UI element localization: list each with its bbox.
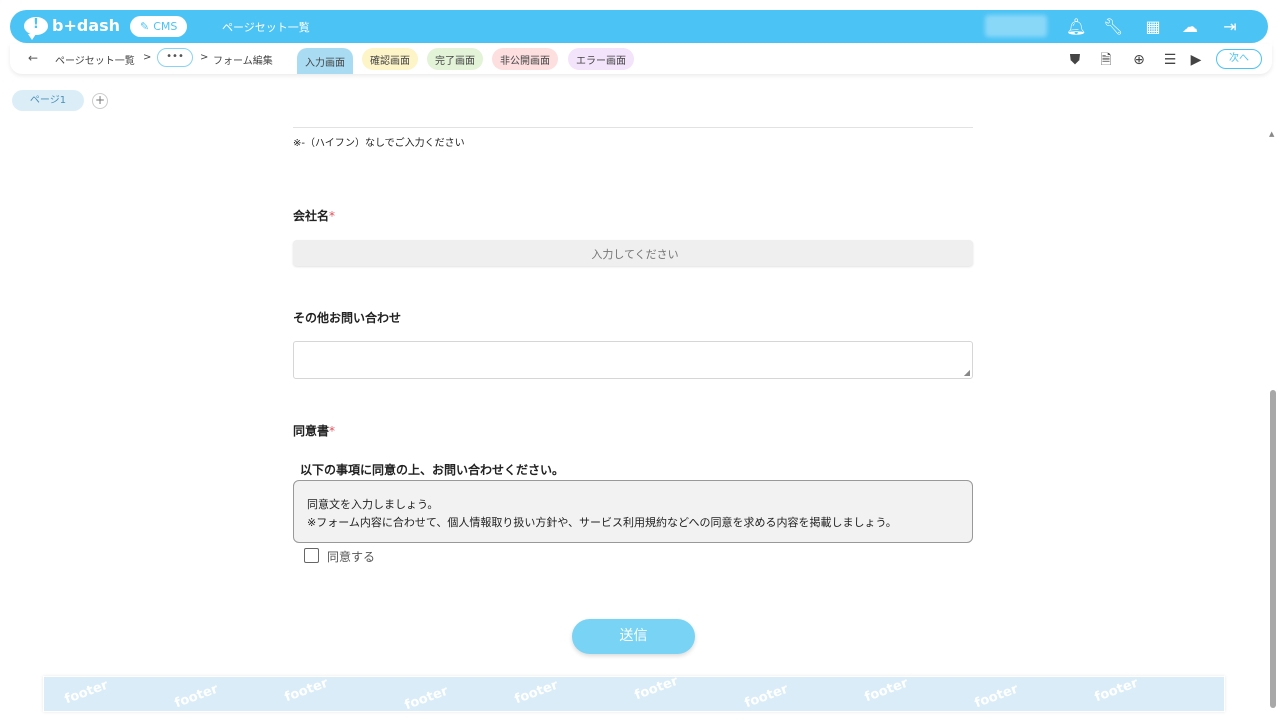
back-arrow-icon[interactable]: ← (28, 51, 38, 65)
scrollbar-thumb[interactable] (1270, 390, 1276, 708)
footer-placeholder[interactable]: footer footer footer footer footer foote… (43, 676, 1225, 712)
next-button[interactable]: 次へ (1216, 49, 1262, 69)
required-mark: * (329, 424, 336, 438)
consent-text-box: 同意文を入力しましょう。 ※フォーム内容に合わせて、個人情報取り扱い方針や、サー… (293, 480, 973, 543)
top-title: ページセット一覧 (222, 21, 310, 34)
logo[interactable]: ! b+dash (24, 16, 121, 40)
cms-label: CMS (153, 20, 178, 33)
resize-handle-icon[interactable]: ◢ (964, 368, 970, 377)
footer-watermark: footer (282, 676, 331, 706)
submit-button[interactable]: 送信 (572, 619, 695, 654)
footer-watermark: footer (742, 681, 791, 712)
footer-watermark: footer (402, 683, 451, 712)
footer-watermark: footer (972, 681, 1021, 712)
tab-input[interactable]: 入力画面 (297, 48, 353, 74)
tab-private[interactable]: 非公開画面 (492, 48, 558, 70)
agree-label[interactable]: 同意する (327, 548, 375, 565)
html-file-icon[interactable]: 🗎︎ (1097, 51, 1115, 69)
cms-button[interactable]: ✎ CMS (130, 16, 188, 37)
logout-icon[interactable]: ⇥ (1220, 17, 1240, 37)
other-inquiry-label: その他お問い合わせ (293, 311, 402, 325)
footer-watermark: footer (62, 677, 111, 708)
add-page-button[interactable]: + (92, 93, 108, 109)
agree-checkbox[interactable] (304, 548, 319, 563)
consent-label: 同意書* (293, 422, 335, 439)
top-bar: ! b+dash ✎ CMS ページセット一覧 🔔︎ 🔧︎ ▦ ☁ ⇥ (10, 10, 1268, 43)
scroll-up-arrow-icon[interactable]: ▲ (1269, 130, 1274, 138)
phone-note: ※-（ハイフン）なしでご入力ください (293, 138, 465, 149)
footer-watermark: footer (1092, 676, 1141, 706)
edit-icon: ✎ (140, 20, 150, 33)
consent-label-text: 同意書 (293, 424, 330, 438)
tab-complete[interactable]: 完了画面 (427, 48, 483, 70)
footer-watermark: footer (172, 681, 221, 712)
logo-bubble-icon: ! (24, 16, 48, 40)
sub-toolbar: ← ページセット一覧 > ••• > フォーム編集 入力画面 確認画面 完了画面… (10, 44, 1272, 74)
consent-line-1: 同意文を入力しましょう。 (307, 498, 439, 511)
add-circle-icon[interactable]: ⊕ (1130, 51, 1148, 69)
footer-watermark: footer (862, 676, 911, 706)
other-inquiry-textarea[interactable]: ◢ (293, 341, 973, 379)
consent-line-2: ※フォーム内容に合わせて、個人情報取り扱い方針や、サービス利用規約などへの同意を… (307, 516, 897, 529)
consent-title: 以下の事項に同意の上、お問い合わせください。 (300, 463, 565, 477)
grid-icon[interactable]: ▦ (1143, 17, 1163, 37)
footer-watermark: footer (512, 677, 561, 708)
breadcrumb-separator: > (143, 52, 152, 63)
company-label: 会社名* (293, 207, 335, 224)
required-mark: * (329, 209, 336, 223)
company-input-wrapper (293, 240, 977, 268)
breadcrumb-pageset[interactable]: ページセット一覧 (55, 52, 135, 67)
footer-watermark: footer (632, 676, 681, 704)
logo-text: b+dash (52, 16, 121, 35)
tab-error[interactable]: エラー画面 (568, 48, 634, 70)
wrench-icon[interactable]: 🔧︎ (1103, 17, 1123, 37)
play-icon[interactable]: ▶ (1187, 51, 1205, 69)
page-tab-1[interactable]: ページ1 (12, 90, 84, 111)
user-info[interactable] (985, 15, 1047, 37)
company-label-text: 会社名 (293, 209, 330, 223)
ai-icon[interactable]: ☁ (1180, 17, 1200, 37)
shield-icon[interactable]: ⛊ (1066, 51, 1084, 69)
divider (293, 127, 973, 128)
list-settings-icon[interactable]: ☰ (1161, 51, 1179, 69)
breadcrumb-separator: > (200, 52, 209, 63)
company-input[interactable] (293, 240, 977, 268)
tab-confirm[interactable]: 確認画面 (362, 48, 418, 70)
breadcrumb-more-button[interactable]: ••• (157, 48, 193, 67)
bell-icon[interactable]: 🔔︎ (1066, 17, 1086, 37)
breadcrumb-form-edit: フォーム編集 (213, 56, 273, 67)
